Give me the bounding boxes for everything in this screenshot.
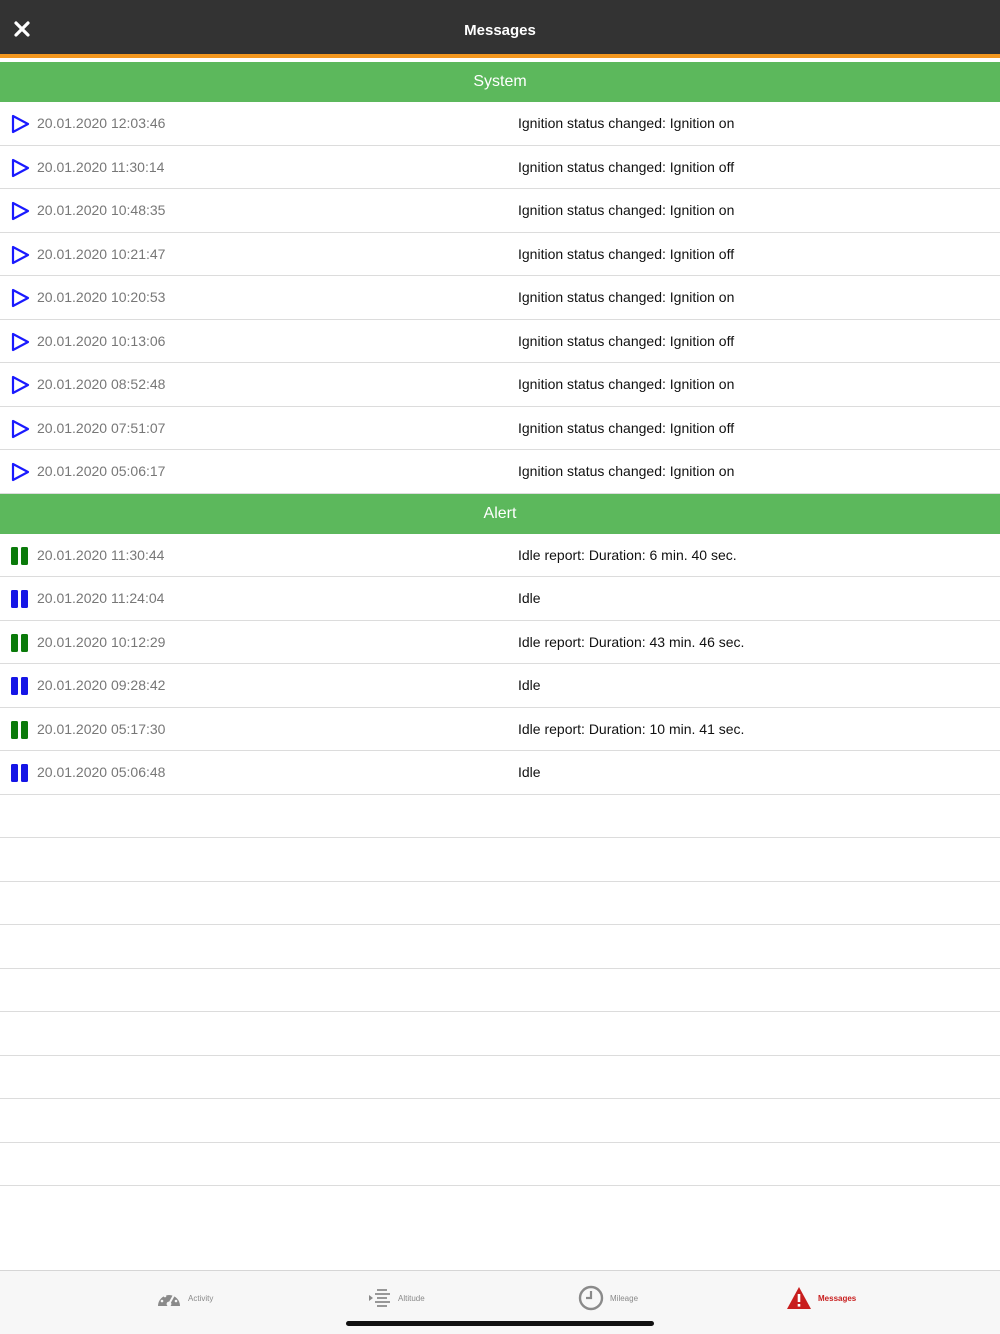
empty-row [0, 795, 1000, 838]
row-timestamp: 20.01.2020 11:30:44 [37, 546, 165, 563]
row-timestamp: 20.01.2020 10:13:06 [37, 332, 166, 349]
empty-row [0, 882, 1000, 925]
play-icon [11, 332, 30, 351]
row-timestamp: 20.01.2020 12:03:46 [37, 115, 166, 131]
table-row[interactable]: 20.01.2020 11:30:14 Ignition status chang… [0, 146, 1000, 189]
table-row[interactable]: 20.01.2020 05:06:17 Ignition status chang… [0, 450, 1000, 494]
warning-icon [787, 1287, 811, 1309]
page-title: Messages [464, 22, 536, 39]
play-icon [11, 245, 30, 264]
empty-row [0, 925, 1000, 969]
empty-row [0, 1056, 1000, 1099]
row-message: Ignition status changed: Ignition off [518, 332, 735, 349]
tab-label-mileage: Mileage [610, 1293, 639, 1303]
row-message: Idle report: Duration: 43 min. 46 sec. [518, 633, 745, 650]
row-message: Ignition status changed: Ignition on [518, 463, 735, 479]
row-timestamp: 20.01.2020 10:20:53 [37, 289, 166, 305]
table-row[interactable]: 20.01.2020 09:28:42 Idle [0, 664, 1000, 708]
play-icon [11, 114, 30, 134]
table-row[interactable]: 20.01.2020 07:51:07 Ignition status chang… [0, 407, 1000, 450]
row-message: Idle [518, 677, 541, 693]
table-row[interactable]: 20.01.2020 10:20:53 Ignition status chang… [0, 276, 1000, 320]
empty-row [0, 1012, 1000, 1056]
pause-blue-icon [11, 677, 28, 695]
empty-row [0, 1143, 1000, 1186]
tab-label-messages: Messages [818, 1293, 857, 1303]
row-timestamp: 20.01.2020 07:51:07 [37, 419, 166, 436]
tab-activity[interactable]: Activity [156, 1283, 213, 1313]
table-row[interactable]: 20.01.2020 10:13:06 Ignition status chang… [0, 320, 1000, 363]
tab-altitude[interactable]: Altitude [368, 1283, 425, 1313]
play-icon [11, 158, 30, 177]
play-icon [11, 375, 30, 395]
row-message: Idle [518, 590, 541, 606]
row-timestamp: 20.01.2020 10:48:35 [37, 202, 166, 218]
tab-messages[interactable]: Messages [786, 1283, 856, 1313]
table-row[interactable]: 20.01.2020 10:48:35 Ignition status chang… [0, 189, 1000, 233]
row-message: Ignition status changed: Ignition on [518, 376, 735, 392]
table-row[interactable]: 20.01.2020 05:06:48 Idle [0, 751, 1000, 795]
table-row[interactable]: 20.01.2020 10:12:29 Idle report: Duration… [0, 621, 1000, 664]
empty-row [0, 1099, 1000, 1143]
pause-blue-icon [11, 590, 28, 608]
table-row[interactable]: 20.01.2020 10:21:47 Ignition status chang… [0, 233, 1000, 276]
play-icon [11, 288, 30, 308]
home-indicator [346, 1321, 654, 1326]
row-message: Idle report: Duration: 6 min. 40 sec. [518, 546, 737, 563]
play-icon [11, 419, 30, 438]
row-message: Idle report: Duration: 10 min. 41 sec. [518, 720, 745, 737]
empty-row [0, 969, 1000, 1012]
table-row[interactable]: 20.01.2020 08:52:48 Ignition status chang… [0, 363, 1000, 407]
row-timestamp: 20.01.2020 05:06:17 [37, 463, 166, 479]
top-bar: Messages [0, 0, 1000, 58]
row-timestamp: 20.01.2020 05:06:48 [37, 764, 166, 780]
table-row[interactable]: 20.01.2020 05:17:30 Idle report: Duration… [0, 708, 1000, 751]
pause-green-icon [11, 633, 28, 652]
row-timestamp: 20.01.2020 10:21:47 [37, 245, 166, 262]
row-message: Ignition status changed: Ignition on [518, 202, 735, 218]
message-list: System 20.01.2020 12:03:46 Ignition statu… [0, 62, 1000, 1186]
alert-rows: 20.01.2020 11:30:44 Idle report: Duration… [0, 534, 1000, 795]
row-message: Ignition status changed: Ignition off [518, 158, 735, 175]
row-timestamp: 20.01.2020 11:24:04 [37, 590, 165, 606]
row-message: Ignition status changed: Ignition off [518, 419, 735, 436]
row-timestamp: 20.01.2020 08:52:48 [37, 376, 166, 392]
clock-icon [578, 1285, 604, 1311]
section-header-alert: Alert [0, 493, 1000, 534]
row-timestamp: 20.01.2020 09:28:42 [37, 677, 166, 693]
row-message: Idle [518, 764, 541, 780]
altitude-icon [369, 1289, 390, 1307]
play-icon [11, 462, 30, 482]
pause-green-icon [11, 720, 28, 739]
row-message: Ignition status changed: Ignition on [518, 289, 735, 305]
row-timestamp: 20.01.2020 05:17:30 [37, 720, 166, 737]
system-rows: 20.01.2020 12:03:46 Ignition status chang… [0, 102, 1000, 494]
row-timestamp: 20.01.2020 10:12:29 [37, 633, 166, 650]
empty-row [0, 838, 1000, 882]
empty-rows [0, 795, 1000, 1186]
tab-label-activity: Activity [188, 1293, 214, 1303]
play-icon [11, 201, 30, 221]
pause-green-icon [11, 546, 28, 565]
speedometer-icon [158, 1294, 180, 1307]
table-row[interactable]: 20.01.2020 11:30:44 Idle report: Duration… [0, 534, 1000, 577]
row-timestamp: 20.01.2020 11:30:14 [37, 158, 165, 175]
tab-label-altitude: Altitude [398, 1293, 425, 1303]
section-header-system: System [0, 62, 1000, 102]
row-message: Ignition status changed: Ignition on [518, 115, 735, 131]
tab-mileage[interactable]: Mileage [578, 1283, 638, 1313]
table-row[interactable]: 20.01.2020 12:03:46 Ignition status chang… [0, 102, 1000, 146]
table-row[interactable]: 20.01.2020 11:24:04 Idle [0, 577, 1000, 621]
row-message: Ignition status changed: Ignition off [518, 245, 735, 262]
pause-blue-icon [11, 764, 28, 782]
